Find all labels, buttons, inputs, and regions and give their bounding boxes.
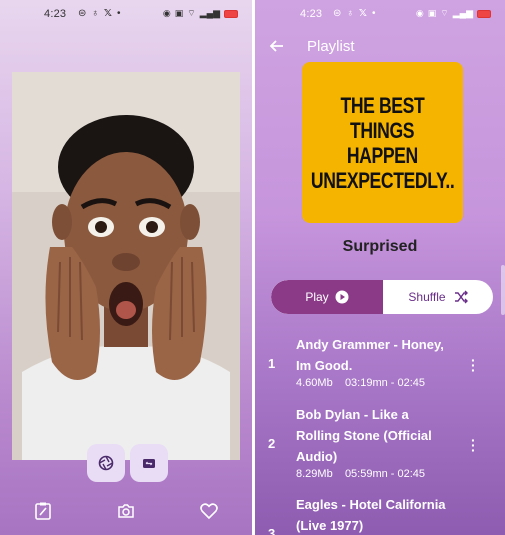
edit-icon[interactable] — [33, 501, 53, 521]
back-arrow-icon[interactable] — [269, 38, 285, 54]
bottom-nav — [0, 487, 252, 535]
signal-icon: ▂▄▆ — [452, 8, 473, 18]
track-title: Bob Dylan - Like a Rolling Stone (Offici… — [296, 407, 432, 464]
track-size: 4.60Mb — [296, 377, 333, 389]
track-size: 8.29Mb — [296, 468, 333, 480]
vibrate-icon: ▣ — [427, 8, 437, 18]
alert-icon: ♁ — [91, 8, 99, 19]
message-icon: ⊜ — [78, 8, 87, 19]
play-button[interactable]: Play — [271, 280, 383, 314]
playlist-screen: 4:23 ⊜ ♁ 𝕏 • ◉ ▣ ⌔ ▂▄▆ Playlist THE BEST… — [255, 0, 505, 535]
play-circle-icon — [335, 290, 349, 304]
wifi-icon: ⌔ — [440, 8, 449, 18]
battery-icon — [477, 9, 491, 18]
shuffle-label: Shuffle — [408, 290, 446, 304]
notification-icons: ⊜ ♁ 𝕏 • — [333, 8, 375, 19]
dot-icon: • — [371, 8, 376, 19]
system-icons: ◉ ▣ ⌔ ▂▄▆ — [163, 8, 238, 19]
alarm-icon: ◉ — [415, 8, 424, 18]
track-title: Eagles - Hotel California (Live 1977) — [296, 497, 446, 533]
album-name: Surprised — [342, 238, 418, 255]
track-duration: 03:19mn - 02:45 — [344, 377, 426, 389]
track-title: Andy Grammer - Honey, Im Good. — [296, 337, 444, 373]
switch-camera-icon — [143, 459, 155, 468]
album-cover: THE BEST THINGS HAPPEN UNEXPECTEDLY.. — [302, 62, 463, 223]
camera-icon[interactable] — [116, 501, 136, 521]
aperture-icon — [98, 455, 114, 471]
dot-icon: • — [116, 8, 121, 19]
shuffle-button[interactable]: Shuffle — [383, 280, 493, 314]
heart-icon[interactable] — [199, 501, 219, 521]
track-duration: 05:59mn - 02:45 — [344, 468, 426, 480]
surprised-man-photo — [12, 72, 240, 460]
page-title: Playlist — [307, 38, 355, 55]
wifi-icon: ⌔ — [187, 8, 196, 18]
switch-camera-button[interactable] — [130, 444, 168, 482]
cover-line: HAPPEN — [347, 142, 418, 168]
battery-icon — [224, 9, 238, 18]
track-number: 3 — [268, 526, 276, 535]
status-time: 4:23 — [44, 8, 67, 20]
track-meta: 8.29Mb 05:59mn - 02:45 — [296, 468, 425, 480]
track-number: 2 — [268, 436, 276, 451]
alert-icon: ♁ — [346, 8, 354, 19]
edge-panel-handle[interactable] — [501, 265, 505, 315]
x-app-icon: 𝕏 — [358, 8, 367, 19]
more-vert-icon[interactable]: · · · — [471, 433, 476, 457]
status-time: 4:23 — [300, 8, 323, 20]
track-meta: 4.60Mb 03:19mn - 02:45 — [296, 377, 425, 389]
vibrate-icon: ▣ — [174, 8, 184, 18]
track-row[interactable]: 2 Bob Dylan - Like a Rolling Stone (Offi… — [255, 404, 505, 484]
cover-line: THE BEST — [340, 92, 425, 118]
x-app-icon: 𝕏 — [103, 8, 112, 19]
notification-icons: ⊜ ♁ 𝕏 • — [78, 8, 120, 19]
cover-line: THINGS — [350, 117, 415, 143]
track-number: 1 — [268, 356, 276, 371]
cover-line: UNEXPECTEDLY.. — [310, 167, 455, 193]
alarm-icon: ◉ — [162, 8, 171, 18]
signal-icon: ▂▄▆ — [199, 8, 220, 18]
play-label: Play — [305, 290, 329, 304]
more-vert-icon[interactable]: · · · — [471, 353, 476, 377]
track-row[interactable]: 1 Andy Grammer - Honey, Im Good. 4.60Mb … — [255, 334, 505, 394]
message-icon: ⊜ — [333, 8, 342, 19]
system-icons: ◉ ▣ ⌔ ▂▄▆ — [416, 8, 491, 19]
status-bar: 4:23 ⊜ ♁ 𝕏 • ◉ ▣ ⌔ ▂▄▆ — [255, 0, 505, 30]
camera-preview — [12, 72, 240, 460]
playback-controls: Play Shuffle — [271, 280, 493, 314]
camera-screen: 4:23 ⊜ ♁ 𝕏 • ◉ ▣ ⌔ ▂▄▆ — [0, 0, 252, 535]
status-bar: 4:23 ⊜ ♁ 𝕏 • ◉ ▣ ⌔ ▂▄▆ — [0, 0, 252, 30]
track-row[interactable]: 3 Eagles - Hotel California (Live 1977) — [255, 494, 505, 535]
shuffle-icon — [454, 290, 468, 304]
capture-button[interactable] — [87, 444, 125, 482]
